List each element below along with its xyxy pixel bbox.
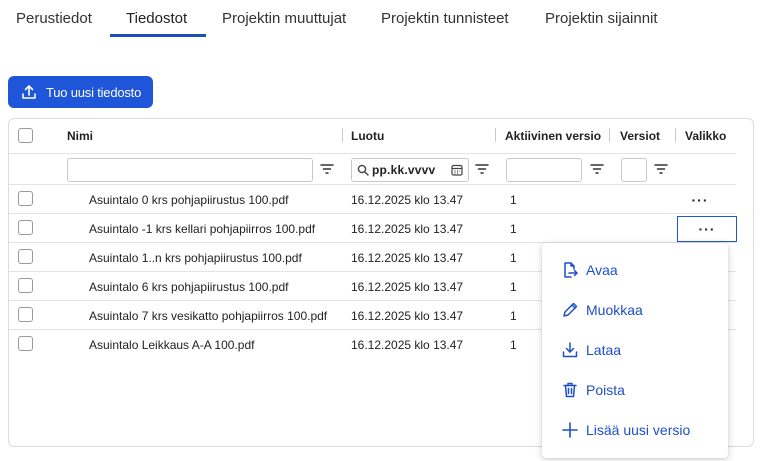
file-name[interactable]: Asuintalo 7 krs vesikatto pohjapiirros 1… xyxy=(89,309,327,323)
date-filter-placeholder: pp.kk.vvvv xyxy=(372,163,436,177)
file-name[interactable]: Asuintalo 6 krs pohjapiirustus 100.pdf xyxy=(89,280,288,294)
table-row[interactable]: Asuintalo 0 krs pohjapiirustus 100.pdf 1… xyxy=(9,185,736,214)
file-name[interactable]: Asuintalo 0 krs pohjapiirustus 100.pdf xyxy=(89,193,288,207)
menu-item-label: Lisää uusi versio xyxy=(586,422,691,438)
file-name[interactable]: Asuintalo Leikkaus A-A 100.pdf xyxy=(89,338,254,352)
name-filter-input[interactable] xyxy=(67,158,313,182)
column-header-created[interactable]: Luotu xyxy=(351,129,384,143)
row-menu-button[interactable]: ··· xyxy=(677,216,737,242)
file-name[interactable]: Asuintalo 1..n krs pohjapiirustus 100.pd… xyxy=(89,251,302,265)
created-date: 16.12.2025 klo 13.47 xyxy=(351,222,464,236)
row-checkbox[interactable] xyxy=(18,336,33,351)
calendar-icon[interactable] xyxy=(451,164,463,176)
date-filter-input[interactable]: pp.kk.vvvv xyxy=(351,158,469,182)
column-divider[interactable] xyxy=(609,128,610,142)
row-checkbox[interactable] xyxy=(18,191,33,206)
menu-item-label: Lataa xyxy=(586,342,622,358)
menu-item-download[interactable]: Lataa xyxy=(542,332,728,368)
download-icon xyxy=(561,341,579,359)
filter-row: pp.kk.vvvv xyxy=(9,153,736,185)
active-tab-indicator xyxy=(110,34,206,37)
menu-item-open[interactable]: Avaa xyxy=(542,252,728,288)
filter-icon[interactable] xyxy=(320,163,334,175)
filter-icon[interactable] xyxy=(590,163,604,175)
pencil-icon xyxy=(561,301,579,319)
row-checkbox[interactable] xyxy=(18,307,33,322)
tab-tiedostot[interactable]: Tiedostot xyxy=(126,10,187,27)
active-version: 1 xyxy=(510,280,517,294)
column-divider[interactable] xyxy=(495,128,496,142)
plus-icon xyxy=(561,421,579,439)
row-context-menu: Avaa Muokkaa Lataa Poista Lisää uusi ver… xyxy=(542,243,728,458)
row-checkbox[interactable] xyxy=(18,278,33,293)
active-version: 1 xyxy=(510,222,517,236)
upload-new-file-button[interactable]: Tuo uusi tiedosto xyxy=(8,76,153,108)
created-date: 16.12.2025 klo 13.47 xyxy=(351,193,464,207)
open-file-icon xyxy=(561,261,579,279)
tab-bar: Perustiedot Tiedostot Projektin muuttuja… xyxy=(0,0,765,40)
filter-icon[interactable] xyxy=(654,163,668,175)
created-date: 16.12.2025 klo 13.47 xyxy=(351,251,464,265)
tab-projektin-muuttujat[interactable]: Projektin muuttujat xyxy=(222,10,346,27)
row-menu-button[interactable]: ··· xyxy=(670,187,730,213)
active-version: 1 xyxy=(510,193,517,207)
created-date: 16.12.2025 klo 13.47 xyxy=(351,280,464,294)
created-date: 16.12.2025 klo 13.47 xyxy=(351,309,464,323)
upload-icon xyxy=(20,83,38,101)
menu-item-label: Muokkaa xyxy=(586,302,643,318)
menu-item-label: Avaa xyxy=(586,262,618,278)
upload-button-label: Tuo uusi tiedosto xyxy=(46,84,142,100)
trash-icon xyxy=(561,381,579,399)
select-all-checkbox[interactable] xyxy=(18,128,33,143)
table-header: Nimi Luotu Aktiivinen versio Versiot Val… xyxy=(9,119,736,153)
column-divider[interactable] xyxy=(675,128,676,142)
active-version-filter-input[interactable] xyxy=(506,158,582,182)
menu-item-label: Poista xyxy=(586,382,625,398)
active-version: 1 xyxy=(510,338,517,352)
menu-item-delete[interactable]: Poista xyxy=(542,372,728,408)
versions-filter-input[interactable] xyxy=(621,158,647,182)
file-name[interactable]: Asuintalo -1 krs kellari pohjapiirros 10… xyxy=(89,222,315,236)
menu-item-edit[interactable]: Muokkaa xyxy=(542,292,728,328)
tab-projektin-tunnisteet[interactable]: Projektin tunnisteet xyxy=(381,10,509,27)
active-version: 1 xyxy=(510,309,517,323)
column-header-versions[interactable]: Versiot xyxy=(620,129,660,143)
tab-projektin-sijainnit[interactable]: Projektin sijainnit xyxy=(545,10,658,27)
column-header-active-version[interactable]: Aktiivinen versio xyxy=(505,129,601,143)
column-header-menu: Valikko xyxy=(685,129,727,143)
table-row[interactable]: Asuintalo -1 krs kellari pohjapiirros 10… xyxy=(9,214,737,243)
active-version: 1 xyxy=(510,251,517,265)
column-divider[interactable] xyxy=(342,128,343,142)
filter-icon[interactable] xyxy=(475,163,489,175)
tab-perustiedot[interactable]: Perustiedot xyxy=(16,10,92,27)
menu-item-add-new-version[interactable]: Lisää uusi versio xyxy=(542,412,728,448)
created-date: 16.12.2025 klo 13.47 xyxy=(351,338,464,352)
row-checkbox[interactable] xyxy=(18,220,33,235)
search-icon xyxy=(357,164,369,176)
column-header-name[interactable]: Nimi xyxy=(67,129,93,143)
row-checkbox[interactable] xyxy=(18,249,33,264)
